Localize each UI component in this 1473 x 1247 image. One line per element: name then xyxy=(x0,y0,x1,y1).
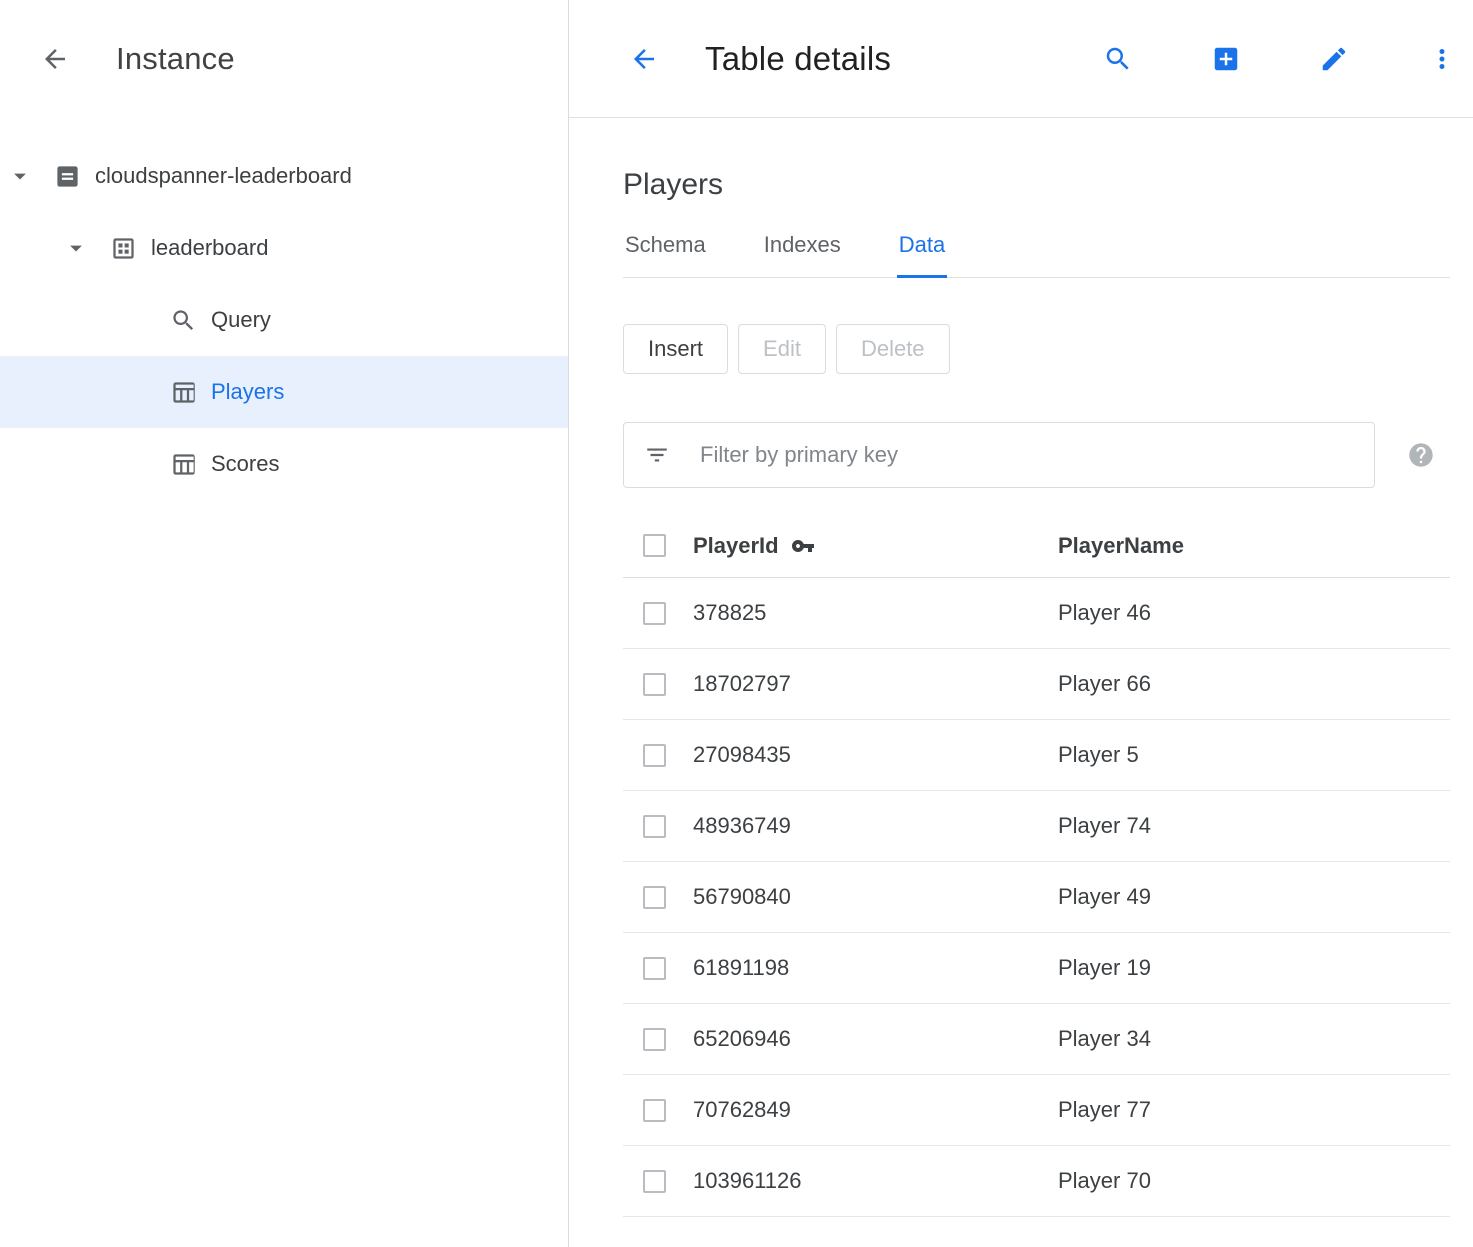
table-header-row: PlayerId PlayerName xyxy=(623,514,1450,578)
tree-item-label: Query xyxy=(211,307,271,333)
player-name-cell: Player 66 xyxy=(1058,671,1450,697)
column-header-playerid: PlayerId xyxy=(693,533,779,559)
insert-row-button[interactable]: Insert xyxy=(623,324,728,374)
tree-item-label: Scores xyxy=(211,451,279,477)
filter-input[interactable] xyxy=(698,441,1354,469)
row-checkbox[interactable] xyxy=(643,744,666,767)
more-options-button[interactable] xyxy=(1427,44,1457,74)
player-name-cell: Player 70 xyxy=(1058,1168,1450,1194)
row-checkbox[interactable] xyxy=(643,673,666,696)
row-checkbox[interactable] xyxy=(643,815,666,838)
tree-item-label: cloudspanner-leaderboard xyxy=(95,163,352,189)
player-id-cell: 103961126 xyxy=(693,1168,1058,1194)
table-title: Players xyxy=(623,168,1450,202)
tree-item-label: Players xyxy=(211,379,284,405)
instance-icon xyxy=(54,163,81,190)
player-name-cell: Player 74 xyxy=(1058,813,1450,839)
table-row[interactable]: 56790840 Player 49 xyxy=(623,862,1450,933)
expander-icon[interactable] xyxy=(6,162,34,190)
row-actions: Insert Edit Delete xyxy=(623,324,1450,374)
row-checkbox[interactable] xyxy=(643,1170,666,1193)
filter-list-icon xyxy=(644,442,670,468)
player-id-cell: 65206946 xyxy=(693,1026,1058,1052)
instance-tree: cloudspanner-leaderboard leaderboard Que… xyxy=(0,118,568,500)
table-row[interactable]: 378825 Player 46 xyxy=(623,578,1450,649)
tree-item-database[interactable]: leaderboard xyxy=(0,212,568,284)
player-name-cell: Player 49 xyxy=(1058,884,1450,910)
add-box-icon xyxy=(1211,44,1241,74)
column-header-playername: PlayerName xyxy=(1058,533,1450,559)
table-row[interactable]: 103961126 Player 70 xyxy=(623,1146,1450,1217)
arrow-back-icon xyxy=(40,44,70,74)
tab-schema[interactable]: Schema xyxy=(623,232,708,278)
tree-item-instance[interactable]: cloudspanner-leaderboard xyxy=(0,140,568,212)
tree-item-label: leaderboard xyxy=(151,235,268,261)
table-icon xyxy=(170,451,197,478)
player-id-cell: 56790840 xyxy=(693,884,1058,910)
sidebar: Instance cloudspanner-leaderboard xyxy=(0,0,569,1247)
main-panel: Table details Players Schema xyxy=(569,0,1473,1247)
player-id-cell: 61891198 xyxy=(693,955,1058,981)
appbar: Table details xyxy=(569,0,1473,118)
database-icon xyxy=(110,235,137,262)
page-header-title: Table details xyxy=(705,40,891,78)
table-row[interactable]: 48936749 Player 74 xyxy=(623,791,1450,862)
sidebar-header: Instance xyxy=(0,0,568,118)
sidebar-back-button[interactable] xyxy=(40,44,70,74)
appbar-actions xyxy=(1103,44,1463,74)
help-icon[interactable] xyxy=(1407,441,1435,469)
player-name-cell: Player 19 xyxy=(1058,955,1450,981)
filter-row xyxy=(623,422,1450,488)
player-id-cell: 18702797 xyxy=(693,671,1058,697)
expander-icon[interactable] xyxy=(62,234,90,262)
query-icon xyxy=(170,307,197,334)
player-id-cell: 48936749 xyxy=(693,813,1058,839)
player-id-cell: 378825 xyxy=(693,600,1058,626)
edit-row-button[interactable]: Edit xyxy=(738,324,826,374)
row-checkbox[interactable] xyxy=(643,602,666,625)
tab-indexes[interactable]: Indexes xyxy=(762,232,843,278)
pencil-icon xyxy=(1319,44,1349,74)
table-details-content: Players Schema Indexes Data Insert Edit … xyxy=(569,118,1473,1217)
tree-item-scores[interactable]: Scores xyxy=(0,428,568,500)
delete-row-button[interactable]: Delete xyxy=(836,324,950,374)
player-name-cell: Player 77 xyxy=(1058,1097,1450,1123)
table-icon xyxy=(170,379,197,406)
select-all-checkbox[interactable] xyxy=(643,534,666,557)
edit-button[interactable] xyxy=(1319,44,1349,74)
search-icon xyxy=(1103,44,1133,74)
arrow-back-icon xyxy=(629,44,659,74)
row-checkbox[interactable] xyxy=(643,1099,666,1122)
add-button[interactable] xyxy=(1211,44,1241,74)
player-name-cell: Player 46 xyxy=(1058,600,1450,626)
back-button[interactable] xyxy=(629,44,659,74)
table-row[interactable]: 70762849 Player 77 xyxy=(623,1075,1450,1146)
row-checkbox[interactable] xyxy=(643,1028,666,1051)
table-row[interactable]: 65206946 Player 34 xyxy=(623,1004,1450,1075)
table-row[interactable]: 18702797 Player 66 xyxy=(623,649,1450,720)
tree-item-players[interactable]: Players xyxy=(0,356,568,428)
player-id-cell: 70762849 xyxy=(693,1097,1058,1123)
tab-data[interactable]: Data xyxy=(897,232,947,278)
sidebar-title: Instance xyxy=(116,41,235,77)
search-button[interactable] xyxy=(1103,44,1133,74)
tree-item-query[interactable]: Query xyxy=(0,284,568,356)
player-name-cell: Player 34 xyxy=(1058,1026,1450,1052)
app-root: Instance cloudspanner-leaderboard xyxy=(0,0,1473,1247)
tab-bar: Schema Indexes Data xyxy=(623,232,1450,278)
primary-key-icon xyxy=(791,534,815,558)
row-checkbox[interactable] xyxy=(643,886,666,909)
row-checkbox[interactable] xyxy=(643,957,666,980)
table-row[interactable]: 27098435 Player 5 xyxy=(623,720,1450,791)
data-table: PlayerId PlayerName 378825 Player 46 187… xyxy=(623,514,1450,1217)
player-name-cell: Player 5 xyxy=(1058,742,1450,768)
filter-box xyxy=(623,422,1375,488)
player-id-cell: 27098435 xyxy=(693,742,1058,768)
more-vert-icon xyxy=(1427,44,1457,74)
table-row[interactable]: 61891198 Player 19 xyxy=(623,933,1450,1004)
